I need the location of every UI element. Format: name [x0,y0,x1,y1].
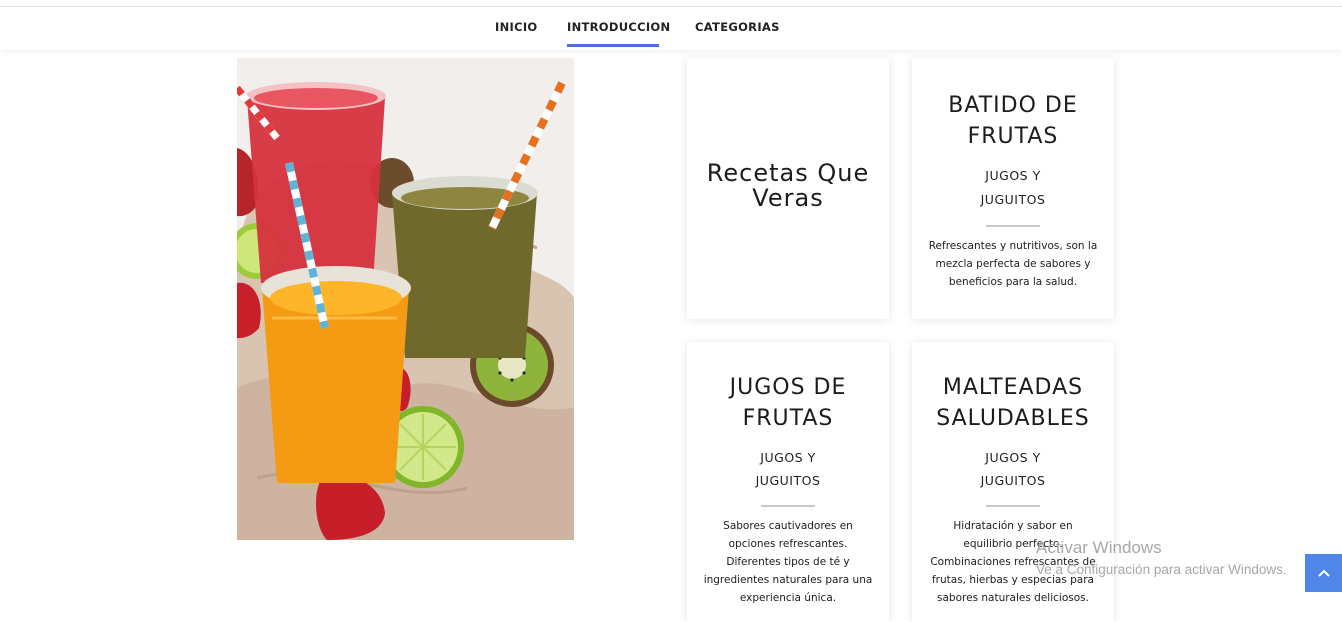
card-subtitle: JUGOS Y JUGUITOS [912,164,1114,212]
card-subtitle-line: JUGUITOS [755,473,821,488]
juices-photo [237,58,574,540]
card-text-line: experiencia única. [739,592,837,604]
recipe-card-malteadas[interactable]: MALTEADAS SALUDABLES JUGOS Y JUGUITOS Hi… [912,342,1114,622]
card-divider [761,505,815,507]
activation-watermark-title: Activar Windows [1036,538,1162,557]
card-text-line: Hidratación y sabor en [953,520,1073,532]
card-text-line: beneficios para la salud. [948,276,1078,288]
nav-inicio[interactable]: INICIO [495,20,537,34]
intro-card-title: Recetas Que Veras [706,159,870,212]
activation-watermark-text: Ve a Configuración para activar Windows. [1036,562,1287,577]
card-title-line: FRUTAS [742,406,834,431]
card-title-line: MALTEADAS [942,375,1084,400]
card-text-line: sabores naturales deliciosos. [937,592,1089,604]
scroll-top-button[interactable] [1305,554,1342,592]
card-subtitle-line: JUGUITOS [980,192,1046,207]
nav-categorias[interactable]: CATEGORIAS [695,20,780,34]
card-divider [986,505,1040,507]
card-text-line: opciones refrescantes. [728,538,848,550]
card-title-line: SALUDABLES [936,406,1090,431]
active-nav-underline [567,44,659,47]
card-text-line: Diferentes tipos de té y [726,556,850,568]
main-navbar: INICIO INTRODUCCION CATEGORIAS [0,7,1342,50]
recipe-card-jugos[interactable]: JUGOS DE FRUTAS JUGOS Y JUGUITOS Sabores… [687,342,889,622]
card-description: Sabores cautivadores en opciones refresc… [687,517,889,607]
card-subtitle-line: JUGOS Y [985,168,1041,183]
card-title: BATIDO DE FRUTAS [912,90,1114,152]
card-text-line: Refrescantes y nutritivos, son la [928,240,1098,252]
card-title-line: FRUTAS [967,124,1059,149]
card-text-line: Sabores cautivadores en [723,520,853,532]
card-description: Refrescantes y nutritivos, son la mezcla… [912,237,1114,291]
card-subtitle-line: JUGOS Y [760,450,816,465]
card-text-line: ingredientes naturales para una [703,574,873,586]
card-divider [986,225,1040,227]
card-subtitle-line: JUGUITOS [980,473,1046,488]
nav-introduccion[interactable]: INTRODUCCION [567,20,670,34]
juices-illustration [237,81,574,540]
card-title: MALTEADAS SALUDABLES [912,372,1114,434]
card-subtitle: JUGOS Y JUGUITOS [687,446,889,492]
card-title: JUGOS DE FRUTAS [687,372,889,434]
intro-card: Recetas Que Veras [687,58,889,319]
recipe-card-batido[interactable]: BATIDO DE FRUTAS JUGOS Y JUGUITOS Refres… [912,58,1114,319]
card-subtitle: JUGOS Y JUGUITOS [912,446,1114,492]
card-text-line: mezcla perfecta de sabores y [935,258,1091,270]
card-title-line: BATIDO DE [948,93,1078,118]
card-title-line: JUGOS DE [729,375,847,400]
card-subtitle-line: JUGOS Y [985,450,1041,465]
chevron-up-icon [1317,569,1330,577]
